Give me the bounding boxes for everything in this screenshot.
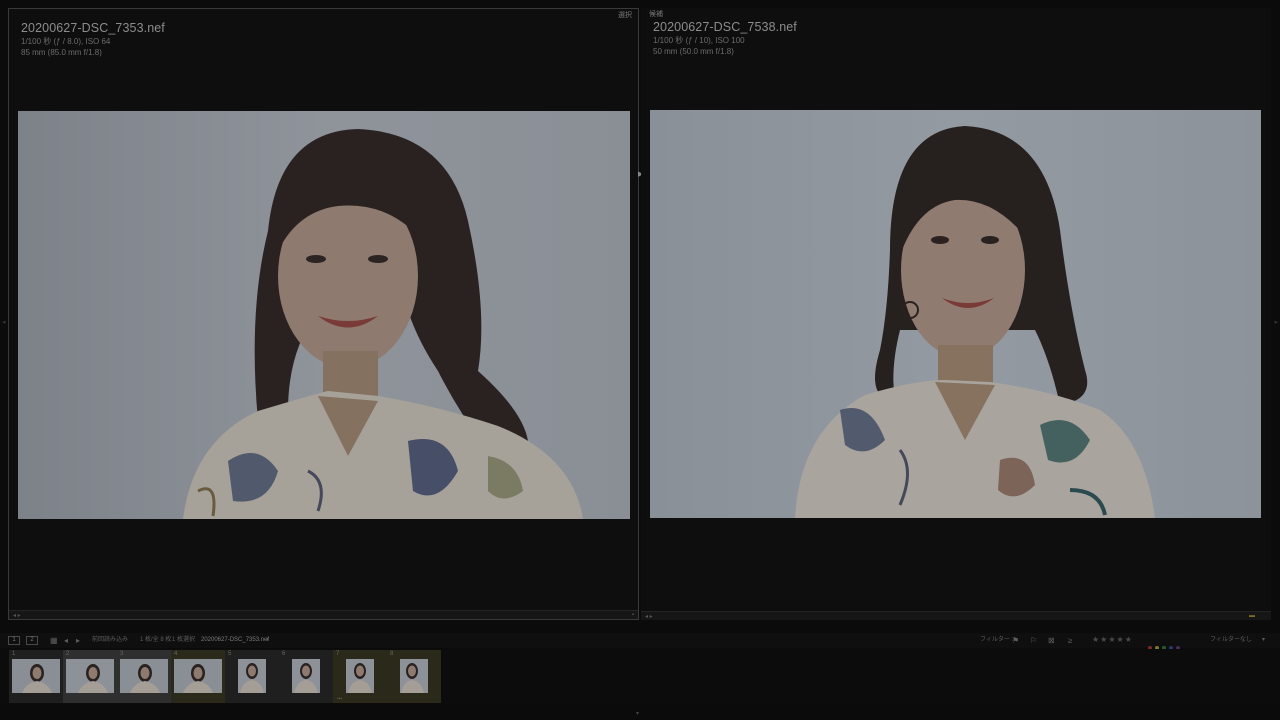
filmstrip-thumb[interactable]: 3 [117,650,171,703]
filename-label: 20200627-DSC_7538.nef [653,20,797,34]
filmstrip-thumb[interactable]: 7 ▪▪▪ [333,650,387,703]
current-filename[interactable]: 20200627-DSC_7353.nef [201,635,269,646]
footer-color-icon: ▬ [1249,613,1255,619]
filmstrip: 1 2 3 4 5 6 7 ▪▪▪ 8 [0,649,1280,705]
flag-icon[interactable]: ⚑ [1012,635,1019,646]
select-tag: 選択 [618,12,632,19]
filename-label: 20200627-DSC_7353.nef [21,21,165,35]
photo-info-overlay: 20200627-DSC_7538.nef 1/100 秒 (ƒ / 10), … [653,20,797,56]
selected-count: 1 枚選択 [172,637,196,643]
star-rating-filter[interactable]: ★★★★★ [1092,635,1133,644]
filmstrip-toggle-icon[interactable]: ▾ [636,710,639,717]
filename-dropdown-icon[interactable]: ▾ [266,635,269,646]
lens-label: 50 mm (50.0 mm f/1.8) [653,47,734,56]
lens-label: 85 mm (85.0 mm f/1.8) [21,48,102,57]
photo-preview[interactable] [18,111,630,519]
thumb-image [400,659,428,693]
thumb-index: 7 [336,651,340,657]
source-path[interactable]: 前回読み込み [92,635,128,646]
exposure-label: 1/100 秒 (ƒ / 10), ISO 100 [653,36,745,45]
footer-grip-icon: ▪ [631,612,634,618]
photo-info-overlay: 20200627-DSC_7353.nef 1/100 秒 (ƒ / 8.0),… [21,21,165,57]
exposure-label: 1/100 秒 (ƒ / 8.0), ISO 64 [21,37,111,46]
filmstrip-thumb[interactable]: 5 [225,650,279,703]
lock-icon[interactable]: ▾ [1262,635,1265,646]
left-panel-toggle-icon[interactable]: ◂ [2,318,6,326]
thumb-index: 5 [228,651,232,657]
photo-count: 1 枚/全 8 枚 [140,637,172,643]
filmstrip-thumb[interactable]: 8 [387,650,441,703]
grid-icon[interactable]: ▦ [50,635,58,646]
thumb-image [12,659,60,693]
filmstrip-thumb[interactable]: 1 [9,650,63,703]
compare-pane-select[interactable]: 選択 20200627-DSC_7353.nef 1/100 秒 (ƒ / 8.… [8,8,639,620]
filmstrip-toolbar: 1 2 ▦ ◂ ▸ 前回読み込み 1 枚/全 8 枚 1 枚選択 2020062… [0,633,1280,650]
thumb-index: 6 [282,651,286,657]
thumb-index: 4 [174,651,178,657]
view-1-button[interactable]: 1 [8,636,20,645]
filter-preset-dropdown[interactable]: フィルターなし [1210,635,1252,646]
photo-preview[interactable] [650,110,1261,518]
pane-footer: ◂ ▸ ▪ [9,610,638,619]
thumb-index: 1 [12,651,16,657]
thumb-image [346,659,374,693]
compare-pane-candidate[interactable]: 候補 20200627-DSC_7538.nef 1/100 秒 (ƒ / 10… [641,8,1271,620]
rating-filter-icon[interactable]: ≥ [1068,635,1072,646]
thumb-index: 2 [66,651,70,657]
thumb-rating-icon: ▪▪▪ [337,696,343,702]
forward-arrow-icon[interactable]: ▸ [76,635,80,646]
filmstrip-thumb[interactable]: 6 [279,650,333,703]
thumb-index: 3 [120,651,124,657]
footer-grip-icon: ◂ ▸ [13,613,21,619]
filmstrip-thumb[interactable]: 4 [171,650,225,703]
flag-icon[interactable]: ⚐ [1030,635,1037,646]
footer-grip-icon: ◂ ▸ [645,614,653,620]
thumb-image [174,659,222,693]
view-2-button[interactable]: 2 [26,636,38,645]
filmstrip-thumb[interactable]: 2 [63,650,117,703]
back-arrow-icon[interactable]: ◂ [64,635,68,646]
filter-label: フィルター : [980,637,1014,643]
pane-footer: ◂ ▸ ▬ [641,611,1271,620]
thumb-image [238,659,266,693]
thumb-image [292,659,320,693]
reject-icon[interactable]: ⊠ [1048,635,1055,646]
thumb-image [120,659,168,693]
right-panel-toggle-icon[interactable]: ▸ [1274,318,1278,326]
thumb-image [66,659,114,693]
candidate-tag: 候補 [649,11,663,18]
thumb-index: 8 [390,651,394,657]
